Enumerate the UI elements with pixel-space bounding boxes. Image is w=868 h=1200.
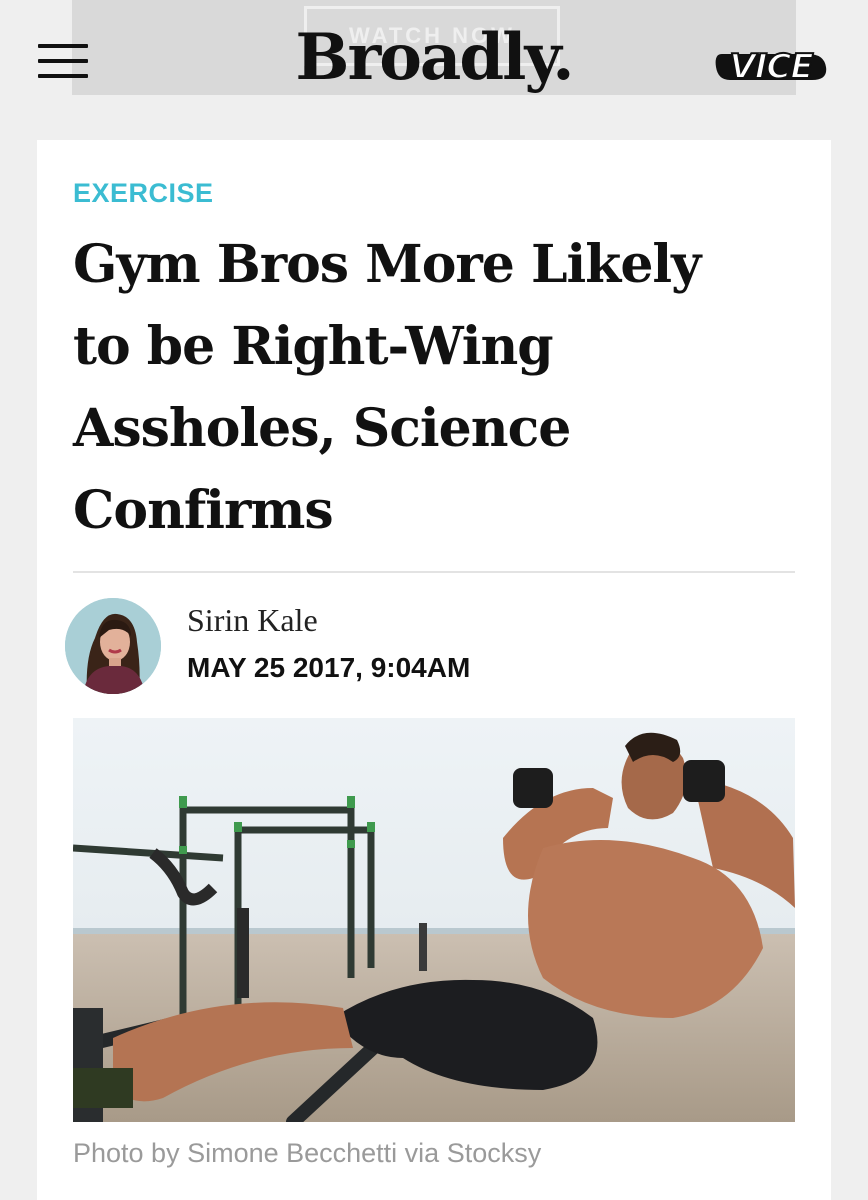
divider <box>73 571 795 573</box>
headline-line: to be Right-Wing <box>73 316 554 377</box>
hero-image[interactable] <box>73 718 795 1122</box>
publish-date: MAY 25 2017, 9:04AM <box>187 652 471 683</box>
hero-photo <box>73 718 795 1122</box>
vice-logo-text: VICE <box>728 46 814 88</box>
author-name[interactable]: Sirin Kale <box>187 602 318 639</box>
hamburger-menu-icon[interactable] <box>38 44 88 80</box>
top-bar: WATCH NOW Broadly. VICE <box>0 0 868 140</box>
headline-line: Assholes, Science <box>73 398 571 459</box>
author-avatar[interactable] <box>65 598 161 694</box>
headline-line: Gym Bros More Likely <box>73 234 701 295</box>
section-label[interactable]: EXERCISE <box>73 178 214 209</box>
author-portrait <box>65 598 161 694</box>
vice-logo[interactable]: VICE <box>712 46 830 88</box>
photo-caption: Photo by Simone Becchetti via Stocksy <box>73 1138 542 1168</box>
broadly-logo[interactable]: Broadly. <box>295 20 574 95</box>
headline-line: Confirms <box>73 480 334 541</box>
article-card: EXERCISE Gym Bros More Likely to be Righ… <box>37 140 831 1200</box>
article-headline: Gym Bros More Likely to be Right-Wing As… <box>73 224 773 552</box>
